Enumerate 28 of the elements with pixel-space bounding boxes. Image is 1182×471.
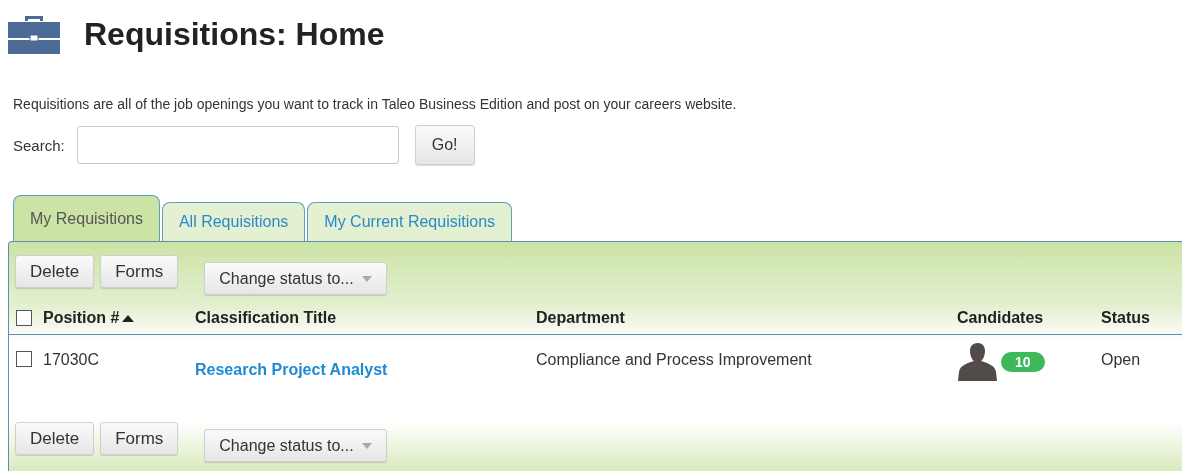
caret-icon	[361, 442, 372, 449]
column-header[interactable]: Position #	[43, 309, 195, 327]
checkbox[interactable]	[16, 310, 32, 326]
column-header[interactable]: Candidates	[957, 309, 1101, 327]
page-title: Requisitions: Home	[84, 15, 385, 53]
search-field[interactable]	[76, 126, 399, 164]
toolbar-button[interactable]: Forms	[100, 255, 179, 288]
caret-icon	[361, 275, 372, 282]
toolbar-button[interactable]: Delete	[15, 255, 95, 288]
tab[interactable]: My Requisitions	[13, 195, 160, 241]
go-button[interactable]: Go!	[414, 125, 475, 165]
sort-ascending-icon	[122, 314, 135, 322]
status-dropdown[interactable]: Change status to...	[204, 262, 387, 295]
department-cell-text: Compliance and Process Improvement	[536, 351, 813, 369]
checkbox[interactable]	[16, 351, 32, 367]
title-link[interactable]: Research Project Analyst	[195, 361, 388, 379]
toolbar-button[interactable]: Delete	[15, 422, 95, 455]
person-icon	[957, 343, 999, 381]
position-cell-text: 17030C	[43, 351, 101, 369]
search-label: Search:	[13, 136, 65, 154]
toolbar-button[interactable]: Forms	[100, 422, 179, 455]
column-header[interactable]: Department	[536, 309, 957, 327]
column-header[interactable]: Status	[1101, 309, 1181, 327]
column-header[interactable]: Classification Title	[195, 309, 536, 327]
status-cell-text: Open	[1101, 351, 1142, 369]
status-dropdown[interactable]: Change status to...	[204, 429, 387, 462]
briefcase-icon	[8, 14, 60, 54]
page-description: Requisitions are all of the job openings you want to track in Taleo Business Edition and post on your careers website.	[13, 96, 738, 112]
